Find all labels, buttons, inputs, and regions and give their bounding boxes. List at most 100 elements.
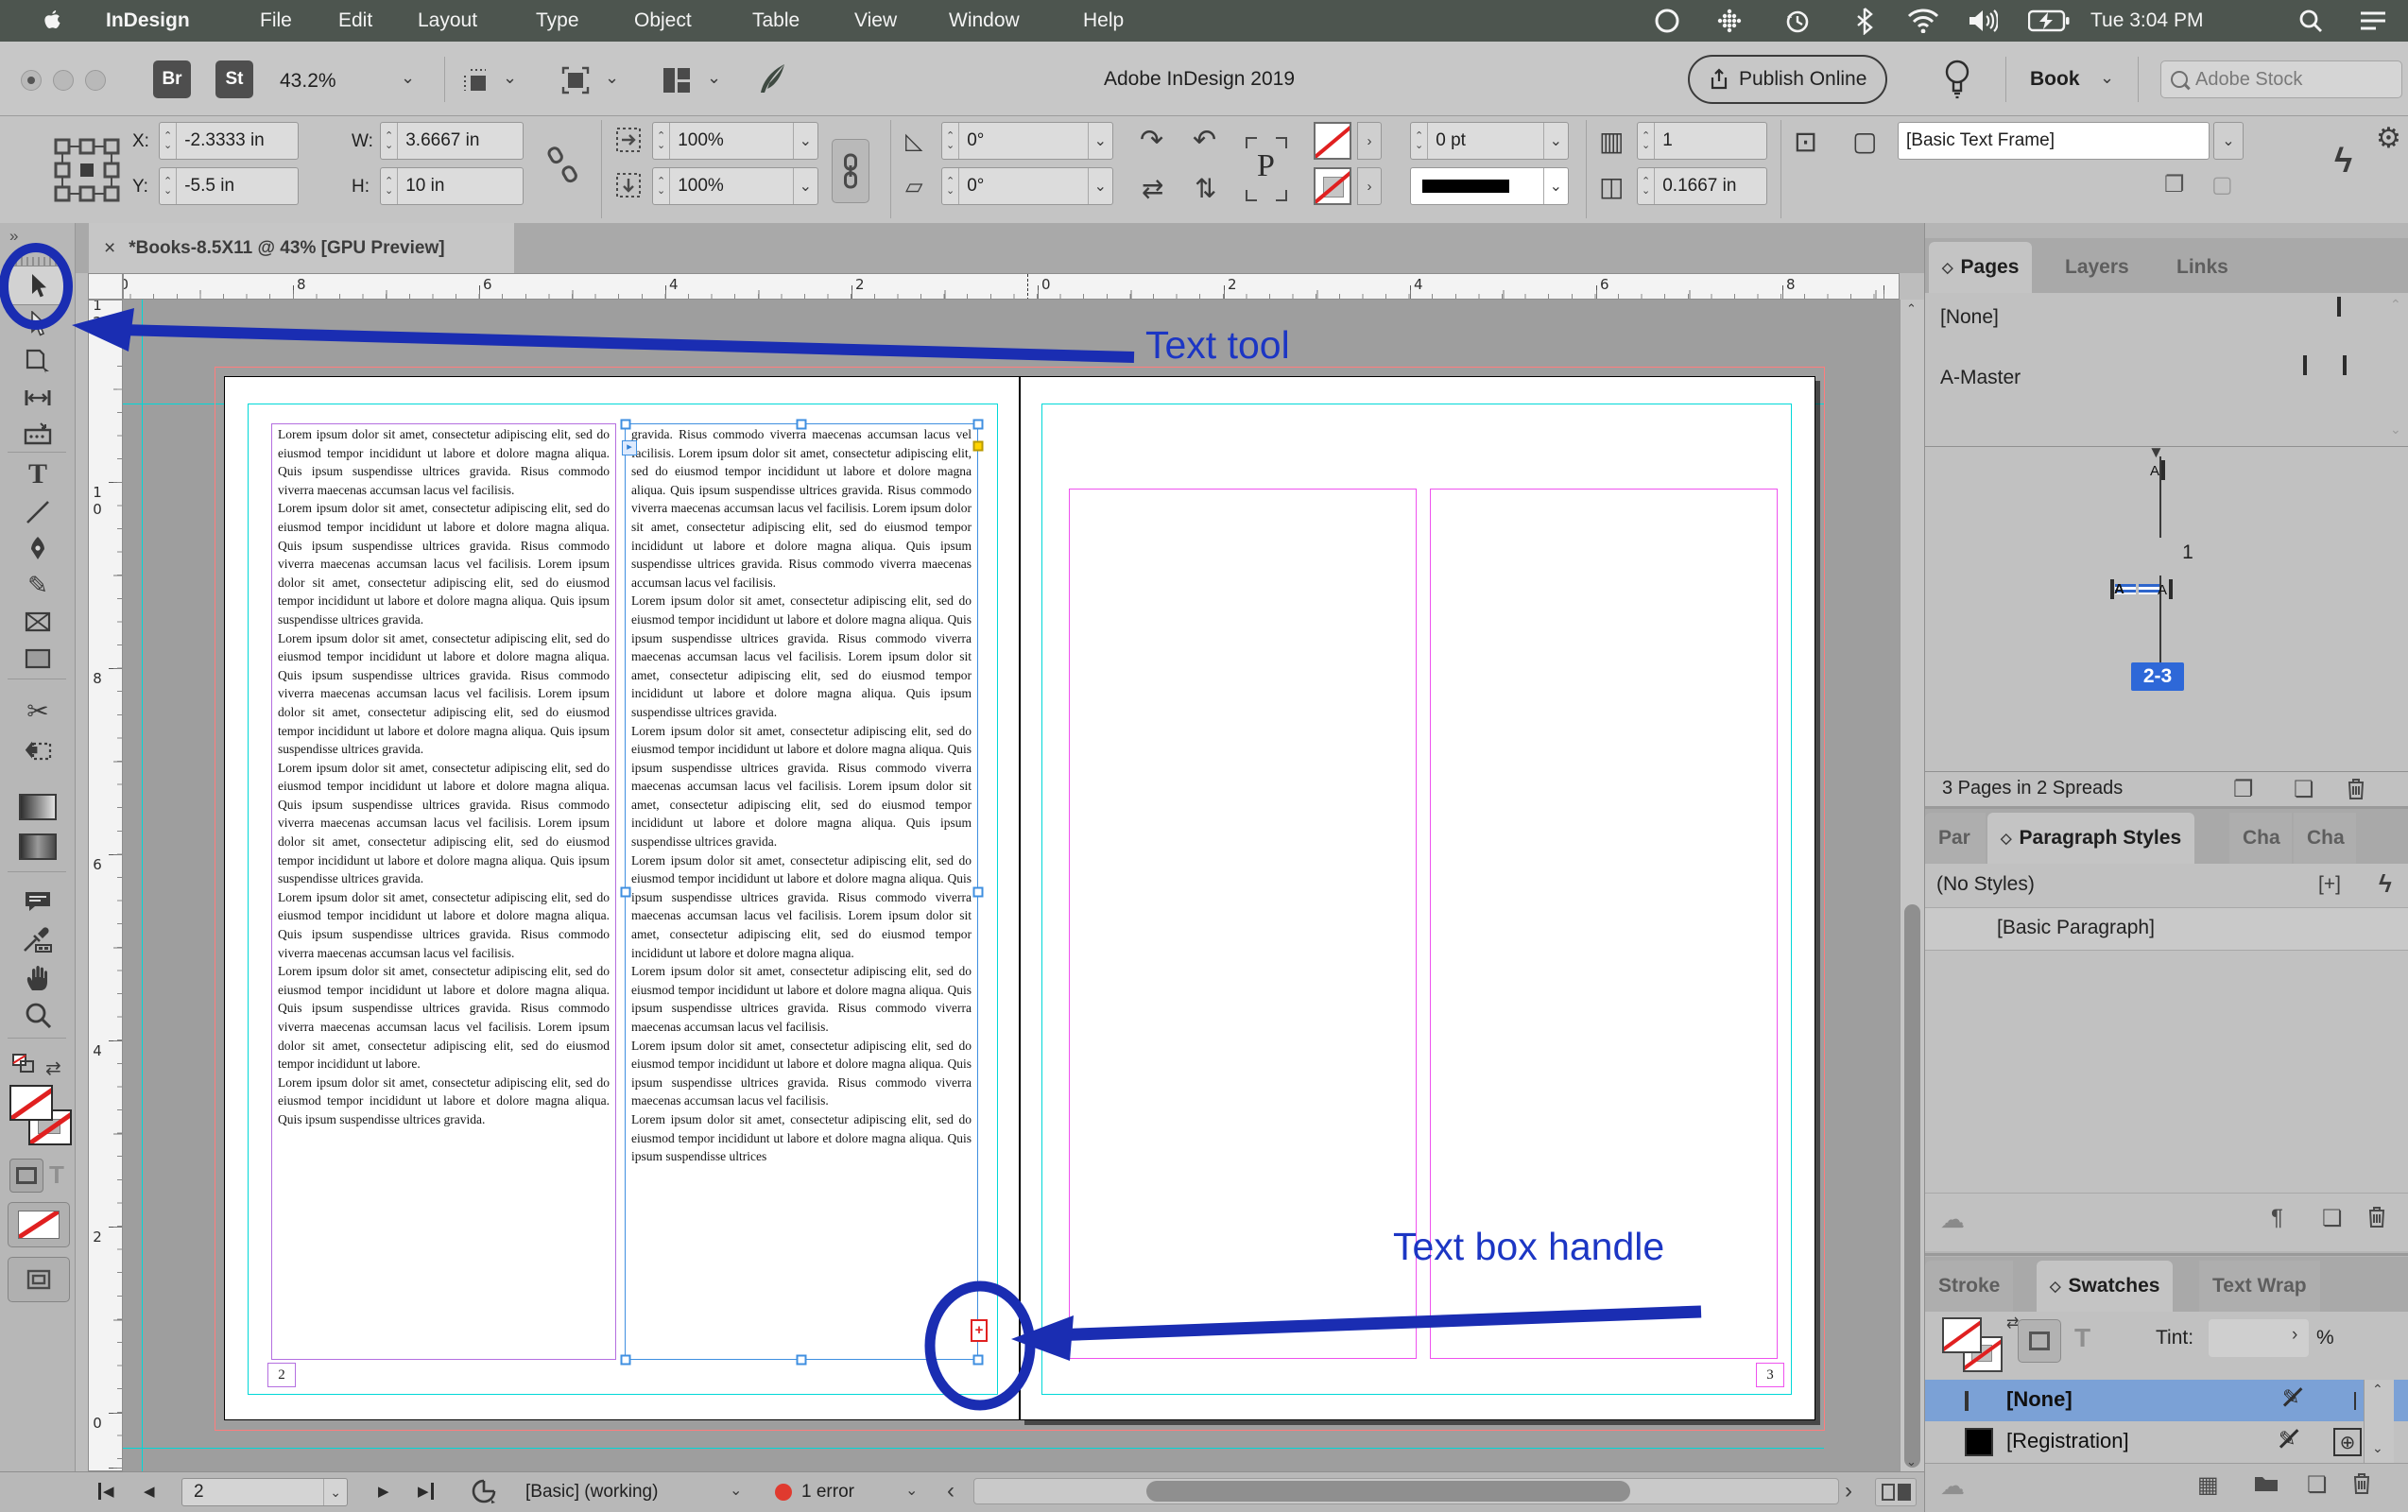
next-page-button[interactable]: ▶	[378, 1483, 389, 1500]
notification-list-icon[interactable]	[2359, 9, 2387, 37]
lightbulb-icon[interactable]	[1943, 59, 1971, 105]
frame-handle-mid-right[interactable]	[973, 887, 984, 898]
stroke-color-swatch-none[interactable]	[1314, 122, 1351, 160]
stroke-flyout-button[interactable]: ›	[1357, 122, 1382, 160]
delete-swatch-trash-icon[interactable]	[2352, 1471, 2371, 1499]
screen-mode-chev-icon[interactable]: ⌄	[707, 68, 721, 88]
gpu-feather-icon[interactable]	[756, 62, 788, 101]
quick-apply-lightning-icon[interactable]: ϟ	[2334, 141, 2352, 180]
object-style-dropdown[interactable]: [Basic Text Frame]	[1898, 122, 2210, 160]
dots-grid-status-icon[interactable]	[1716, 8, 1743, 39]
style-row-basic-paragraph[interactable]: [Basic Paragraph]	[1925, 907, 2408, 951]
gradient-swatch-tool[interactable]	[13, 790, 62, 824]
color-theme-eyedropper-tool[interactable]	[13, 922, 62, 956]
frame-tool[interactable]	[13, 605, 62, 639]
window-minimize-button[interactable]	[53, 70, 74, 91]
master-a-label[interactable]: A-Master	[1940, 367, 2021, 389]
type-tool[interactable]: T	[13, 457, 62, 491]
stepper-icon[interactable]: ⌃⌄	[653, 123, 670, 159]
menu-item-table[interactable]: Table	[752, 0, 800, 42]
ruler-origin-corner[interactable]	[88, 273, 123, 300]
new-swatch-icon[interactable]: ❏	[2307, 1471, 2328, 1499]
stepper-icon[interactable]: ⌃⌄	[160, 123, 177, 159]
frame-edges-chevron-icon[interactable]: ⌄	[605, 68, 619, 88]
menu-item-view[interactable]: View	[854, 0, 897, 42]
view-options-chevron-icon[interactable]: ⌄	[503, 68, 517, 88]
cc-library-cloud-icon[interactable]: ☁	[1940, 1205, 1965, 1234]
stepper-icon[interactable]: ⌃⌄	[653, 168, 670, 204]
swatches-scrollbar[interactable]: ⌃ ⌄	[2364, 1380, 2394, 1463]
last-page-button[interactable]: ▶	[418, 1483, 434, 1500]
error-count-label[interactable]: 1 error	[801, 1482, 854, 1503]
tab-character-partial-1[interactable]: Cha	[2229, 813, 2292, 864]
vertical-ruler-guide[interactable]	[142, 300, 143, 1471]
window-zoom-button[interactable]	[85, 70, 106, 91]
corner-options-yellow-handle[interactable]	[973, 441, 984, 452]
frame-handle-bottom-left[interactable]	[621, 1355, 631, 1366]
collapse-diamond-icon[interactable]: ◇	[2050, 1278, 2061, 1295]
line-tool[interactable]	[13, 495, 62, 529]
frame-handle-top-right[interactable]	[973, 420, 984, 430]
tab-swatches[interactable]: ◇Swatches	[2037, 1261, 2173, 1312]
chevron-down-icon[interactable]: ⌄	[1088, 123, 1112, 159]
new-page-icon[interactable]: ❏	[2294, 776, 2314, 803]
page-1-thumbnail[interactable]: A	[2161, 460, 2165, 480]
tab-stroke[interactable]: Stroke	[1925, 1261, 2013, 1312]
apple-logo-icon[interactable]	[42, 9, 62, 38]
adobe-stock-search-input[interactable]: Adobe Stock	[2160, 60, 2402, 98]
master-none-label[interactable]: [None]	[1940, 306, 1999, 329]
master-a-right-thumbnail[interactable]	[2343, 355, 2347, 375]
apply-none-button[interactable]	[8, 1202, 70, 1247]
gap-tool[interactable]	[13, 381, 62, 415]
wifi-icon[interactable]	[1907, 9, 1939, 38]
scroll-up-icon[interactable]: ⌃	[2390, 297, 2401, 313]
menu-item-window[interactable]: Window	[949, 0, 1020, 42]
fill-swatch-none[interactable]	[9, 1085, 53, 1121]
vertical-ruler[interactable]: 12 10 8 6 4 2 0	[88, 300, 123, 1471]
horizontal-scrollbar[interactable]	[973, 1478, 1839, 1504]
reference-point-proxy[interactable]	[53, 137, 121, 208]
frame-handle-bottom-mid[interactable]	[797, 1355, 807, 1366]
apply-gradient-button[interactable]	[8, 1257, 70, 1302]
overset-text-out-port[interactable]: +	[971, 1319, 988, 1342]
link-scale-button[interactable]	[832, 139, 869, 203]
new-style-icon[interactable]: ❏	[2322, 1205, 2343, 1232]
menu-clock[interactable]: Tue 3:04 PM	[2090, 0, 2203, 42]
time-machine-icon[interactable]	[1784, 8, 1811, 39]
error-chevron-icon[interactable]: ⌄	[905, 1481, 918, 1500]
flip-horizontal-button[interactable]: ⇄	[1142, 173, 1163, 204]
gradient-feather-tool[interactable]	[13, 830, 62, 864]
break-link-style-icon[interactable]: ▢	[2211, 171, 2233, 198]
rotate-ccw-button[interactable]: ↶	[1193, 124, 1216, 157]
collapse-diamond-icon[interactable]: ◇	[1942, 259, 1953, 276]
zoom-level-value[interactable]: 43.2%	[280, 70, 336, 93]
delete-style-trash-icon[interactable]	[2367, 1205, 2386, 1232]
constrain-dimensions-broken-link-icon[interactable]	[546, 146, 578, 189]
stock-button[interactable]: St	[215, 60, 253, 98]
stroke-style-dropdown[interactable]: ⌄	[1410, 167, 1569, 205]
scroll-up-icon[interactable]: ⌃	[1906, 301, 1917, 317]
stepper-icon[interactable]: ⌃⌄	[942, 168, 959, 204]
menu-item-type[interactable]: Type	[536, 0, 579, 42]
gutter-field[interactable]: ⌃⌄0.1667 in	[1637, 167, 1767, 205]
bluetooth-icon[interactable]	[1854, 7, 1875, 40]
flip-vertical-button[interactable]: ⇅	[1195, 173, 1216, 204]
scale-y-icon[interactable]	[614, 171, 643, 204]
text-frame-column-2-selected[interactable]: gravida. Risus commodo viverra maecenas …	[625, 423, 978, 1360]
page-number-field[interactable]: 2 ⌄	[181, 1478, 348, 1506]
object-style-chevron-button[interactable]: ⌄	[2213, 122, 2244, 160]
first-page-button[interactable]: ◀	[98, 1483, 114, 1500]
free-transform-tool[interactable]	[13, 733, 62, 767]
clear-overrides-paragraph-icon[interactable]: ¶	[2271, 1205, 2283, 1231]
publish-online-button[interactable]: Publish Online	[1688, 55, 1887, 104]
frame-handle-mid-left[interactable]	[621, 887, 631, 898]
tab-pages[interactable]: ◇Pages	[1929, 242, 2032, 293]
scroll-right-icon[interactable]: ›	[1845, 1478, 1852, 1504]
scroll-up-icon[interactable]: ⌃	[2372, 1382, 2383, 1398]
horizontal-ruler[interactable]: 10 8 6 4 2 0 2 4 6 8	[123, 273, 1900, 300]
rectangle-tool[interactable]	[13, 642, 62, 676]
menu-item-edit[interactable]: Edit	[338, 0, 372, 42]
screen-mode-icon[interactable]	[662, 66, 692, 99]
chevron-down-icon[interactable]: ⌄	[793, 123, 817, 159]
swatch-row-registration[interactable]: [Registration] ✎ ⊕	[1925, 1421, 2408, 1463]
